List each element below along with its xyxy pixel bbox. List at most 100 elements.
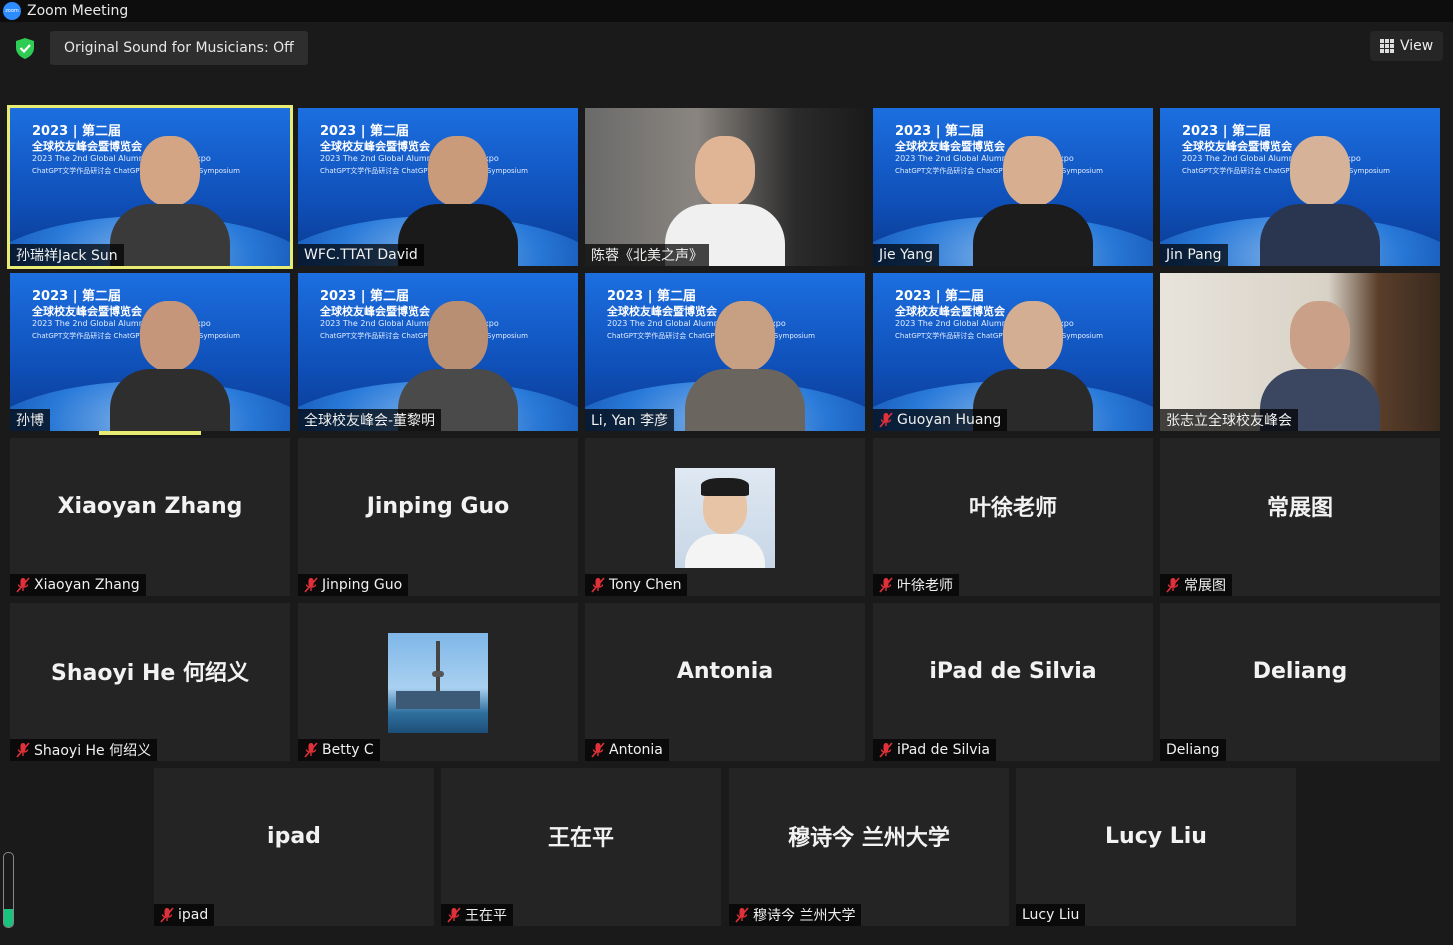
participant-display-name: Deliang xyxy=(1252,658,1348,684)
participant-name-tag: 陈蓉《北美之声》 xyxy=(585,244,709,266)
muted-mic-icon xyxy=(879,412,893,428)
muted-mic-icon xyxy=(735,907,749,923)
participant-tile[interactable]: 2023 | 第二届 全球校友峰会暨博览会 2023 The 2nd Global … xyxy=(298,273,578,431)
participant-name-tag: Jin Pang xyxy=(1160,244,1228,266)
muted-mic-icon xyxy=(16,742,30,758)
participant-tile[interactable]: Jinping Guo Jinping Guo xyxy=(298,438,578,596)
participant-display-name: ipad xyxy=(267,823,321,849)
participant-name: 孙博 xyxy=(16,413,44,429)
participant-tile[interactable]: 王在平 王在平 xyxy=(441,768,721,926)
participant-name: 全球校友峰会-董黎明 xyxy=(304,413,436,429)
participant-tile[interactable]: 叶徐老师 叶徐老师 xyxy=(873,438,1153,596)
view-button-label: View xyxy=(1400,38,1434,54)
participant-name-tag: Li, Yan 李彦 xyxy=(585,409,675,431)
participant-name: 张志立全球校友峰会 xyxy=(1166,413,1292,429)
participant-name: 常展图 xyxy=(1184,578,1226,594)
participant-name-tag: 孙博 xyxy=(10,409,50,431)
participant-name-tag: Antonia xyxy=(585,739,669,761)
participant-display-name: Antonia xyxy=(676,658,774,684)
participant-name-tag: Jinping Guo xyxy=(298,574,409,596)
participant-display-name: Xiaoyan Zhang xyxy=(57,493,243,519)
participant-name-tag: Deliang xyxy=(1160,739,1226,761)
original-sound-button[interactable]: Original Sound for Musicians: Off xyxy=(50,31,308,65)
participant-name: 陈蓉《北美之声》 xyxy=(591,248,703,264)
muted-mic-icon xyxy=(879,742,893,758)
participant-tile[interactable]: Deliang Deliang xyxy=(1160,603,1440,761)
participant-tile[interactable]: 穆诗今 兰州大学 穆诗今 兰州大学 xyxy=(729,768,1009,926)
participant-name: WFC.TTAT David xyxy=(304,247,418,263)
participant-name-tag: 张志立全球校友峰会 xyxy=(1160,409,1298,431)
participant-tile[interactable]: ipad ipad xyxy=(154,768,434,926)
participant-name: Jin Pang xyxy=(1166,247,1222,263)
participant-name-tag: 全球校友峰会-董黎明 xyxy=(298,409,442,431)
muted-mic-icon xyxy=(304,742,318,758)
participant-name: Lucy Liu xyxy=(1022,907,1080,923)
participant-display-name: 穆诗今 兰州大学 xyxy=(788,826,950,851)
participant-display-name: Lucy Liu xyxy=(1105,823,1207,849)
participant-tile[interactable]: Lucy Liu Lucy Liu xyxy=(1016,768,1296,926)
security-shield-icon[interactable] xyxy=(12,36,38,60)
participant-display-name: 常展图 xyxy=(1266,496,1333,521)
audio-level-fill xyxy=(4,908,13,927)
title-bar: zoom Zoom Meeting xyxy=(0,0,1453,22)
participant-name-tag: iPad de Silvia xyxy=(873,739,996,761)
zoom-logo-icon: zoom xyxy=(3,2,21,20)
participant-display-name: iPad de Silvia xyxy=(929,658,1097,684)
muted-mic-icon xyxy=(16,577,30,593)
participant-name: 孙瑞祥Jack Sun xyxy=(16,248,118,264)
participant-name: 王在平 xyxy=(465,908,507,924)
participant-display-name: Jinping Guo xyxy=(366,493,510,519)
grid-icon xyxy=(1380,39,1394,53)
participant-name: Betty C xyxy=(322,742,374,758)
participant-tile[interactable]: 2023 | 第二届 全球校友峰会暨博览会 2023 The 2nd Global … xyxy=(873,108,1153,266)
participant-tile[interactable]: 张志立全球校友峰会 xyxy=(1160,273,1440,431)
muted-mic-icon xyxy=(304,577,318,593)
participant-name-tag: 叶徐老师 xyxy=(873,574,959,596)
participant-tile[interactable]: 2023 | 第二届 全球校友峰会暨博览会 2023 The 2nd Global … xyxy=(7,105,293,269)
participant-tile[interactable]: Antonia Antonia xyxy=(585,603,865,761)
participant-tile[interactable]: 陈蓉《北美之声》 xyxy=(585,108,865,266)
participant-name: ipad xyxy=(178,907,209,923)
participant-name: 叶徐老师 xyxy=(897,578,953,594)
view-button[interactable]: View xyxy=(1370,31,1444,61)
participant-name: Xiaoyan Zhang xyxy=(34,577,140,593)
participant-name-tag: Guoyan Huang xyxy=(873,409,1008,431)
participant-name-tag: ipad xyxy=(154,904,215,926)
participant-tile[interactable]: 2023 | 第二届 全球校友峰会暨博览会 2023 The 2nd Global … xyxy=(585,273,865,431)
participant-name-tag: Jie Yang xyxy=(873,244,940,266)
participant-tile[interactable]: 2023 | 第二届 全球校友峰会暨博览会 2023 The 2nd Global … xyxy=(10,273,290,431)
muted-mic-icon xyxy=(591,742,605,758)
muted-mic-icon xyxy=(591,577,605,593)
participant-tile[interactable]: 2023 | 第二届 全球校友峰会暨博览会 2023 The 2nd Global … xyxy=(873,273,1153,431)
participant-name: iPad de Silvia xyxy=(897,742,990,758)
participant-video-person xyxy=(110,291,230,431)
participant-name-tag: 常展图 xyxy=(1160,574,1232,596)
profile-photo xyxy=(675,468,775,568)
participant-tile[interactable]: Xiaoyan Zhang Xiaoyan Zhang xyxy=(10,438,290,596)
participant-name-tag: Xiaoyan Zhang xyxy=(10,574,146,596)
participant-name: Tony Chen xyxy=(609,577,682,593)
participant-name-tag: Shaoyi He 何绍义 xyxy=(10,739,158,761)
participant-name: 穆诗今 兰州大学 xyxy=(753,908,856,924)
participant-tile[interactable]: 2023 | 第二届 全球校友峰会暨博览会 2023 The 2nd Global … xyxy=(1160,108,1440,266)
participant-name-tag: 穆诗今 兰州大学 xyxy=(729,904,862,926)
participant-name-tag: Lucy Liu xyxy=(1016,904,1086,926)
profile-photo xyxy=(388,633,488,733)
participant-tile[interactable]: 常展图 常展图 xyxy=(1160,438,1440,596)
participant-name-tag: WFC.TTAT David xyxy=(298,244,424,266)
participant-name-tag: 王在平 xyxy=(441,904,513,926)
participant-name-tag: Tony Chen xyxy=(585,574,688,596)
participant-name: Deliang xyxy=(1166,742,1220,758)
participant-name: Jinping Guo xyxy=(322,577,403,593)
audio-level-meter xyxy=(3,852,14,928)
participant-tile[interactable]: Betty C xyxy=(298,603,578,761)
participant-tile[interactable]: Tony Chen xyxy=(585,438,865,596)
participant-tile[interactable]: iPad de Silvia iPad de Silvia xyxy=(873,603,1153,761)
participant-display-name: Shaoyi He 何绍义 xyxy=(50,661,249,686)
participant-name-tag: Betty C xyxy=(298,739,380,761)
participant-video-person xyxy=(685,291,805,431)
participant-name: Guoyan Huang xyxy=(897,412,1002,428)
participant-tile[interactable]: Shaoyi He 何绍义 Shaoyi He 何绍义 xyxy=(10,603,290,761)
participant-tile[interactable]: 2023 | 第二届 全球校友峰会暨博览会 2023 The 2nd Global … xyxy=(298,108,578,266)
muted-mic-icon xyxy=(879,577,893,593)
